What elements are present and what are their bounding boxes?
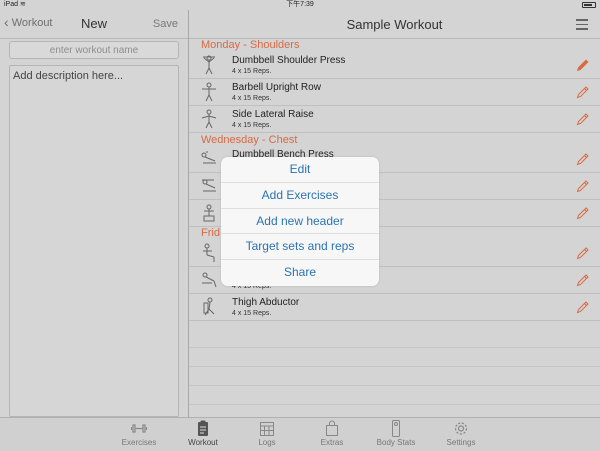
battery-icon [582,2,596,8]
tab-bar: Exercises Workout Logs Extras Body Stats… [0,417,600,451]
exercise-figure-icon [201,109,217,129]
pencil-icon[interactable] [576,246,590,260]
clipboard-icon [198,420,208,436]
right-nav-bar: Sample Workout [189,10,600,39]
pencil-icon[interactable] [576,58,590,72]
workout-editor-pane: ‹ Workout New Save [0,10,188,417]
tab-extras[interactable]: Extras [304,420,360,450]
bag-icon [326,420,338,436]
section-header: Wednesday - Chest [201,134,298,146]
pencil-icon[interactable] [576,112,590,126]
section-header: Frid [201,227,220,239]
calendar-icon [260,422,274,436]
tab-label: Workout [188,438,218,447]
menu-item-target-sets-reps[interactable]: Target sets and reps [221,234,379,261]
workout-title: Sample Workout [346,17,443,32]
exercise-name: Barbell Upright Row [232,82,321,93]
exercise-figure-icon [203,297,215,316]
pencil-icon[interactable] [576,152,590,166]
exercise-name: Side Lateral Raise [232,109,314,120]
table-separator [189,404,600,405]
table-separator [189,347,600,348]
pencil-icon[interactable] [576,273,590,287]
table-separator [189,366,600,367]
workout-name-input[interactable] [9,41,179,59]
menu-item-add-new-header[interactable]: Add new header [221,209,379,235]
tab-label: Extras [320,438,344,447]
menu-item-edit[interactable]: Edit [221,157,379,183]
menu-item-share[interactable]: Share [221,260,379,286]
tab-workout[interactable]: Workout [175,420,231,450]
exercise-name: Dumbbell Shoulder Press [232,55,346,66]
menu-item-add-exercises[interactable]: Add Exercises [221,183,379,209]
exercise-reps: 4 x 15 Reps. [232,310,272,317]
tab-body-stats[interactable]: Body Stats [368,420,424,450]
exercise-row[interactable]: Side Lateral Raise 4 x 15 Reps. [189,106,600,133]
exercise-row[interactable]: Dumbbell Shoulder Press 4 x 15 Reps. [189,52,600,79]
tab-label: Body Stats [376,438,416,447]
dumbbell-icon [131,424,147,433]
table-separator [189,385,600,386]
tab-label: Settings [446,438,476,447]
exercise-figure-icon [203,55,215,75]
exercise-figure-icon [201,151,216,164]
pencil-icon[interactable] [576,206,590,220]
hamburger-menu-icon[interactable] [576,19,588,30]
description-field[interactable] [9,65,179,417]
section-header: Monday - Shoulders [201,39,300,51]
exercise-reps: 4 x 15 Reps. [232,68,272,75]
pencil-icon[interactable] [576,179,590,193]
save-button[interactable]: Save [153,18,178,30]
gear-icon [454,422,468,435]
scale-icon [392,420,400,437]
exercise-figure-icon [202,179,216,192]
tab-label: Logs [258,438,276,447]
status-time: 下午7:39 [286,1,314,8]
tab-settings[interactable]: Settings [433,420,489,450]
left-nav-bar: ‹ Workout New Save [0,10,188,39]
exercise-reps: 4 x 15 Reps. [232,122,272,129]
action-menu-popup: Edit Add Exercises Add new header Target… [221,157,379,286]
tab-exercises[interactable]: Exercises [111,420,167,450]
exercise-figure-icon [203,204,215,222]
exercise-name: Thigh Abductor [232,297,300,308]
exercise-figure-icon [202,272,217,288]
pencil-icon[interactable] [576,85,590,99]
exercise-row[interactable]: Thigh Abductor 4 x 15 Reps. [189,294,600,321]
exercise-figure-icon [203,243,215,262]
status-bar: iPad ≋ 下午7:39 [0,0,600,10]
pencil-icon[interactable] [576,300,590,314]
exercise-row[interactable]: Barbell Upright Row 4 x 15 Reps. [189,79,600,106]
exercise-figure-icon [202,82,216,102]
tab-label: Exercises [121,438,157,447]
tab-logs[interactable]: Logs [239,420,295,450]
exercise-reps: 4 x 15 Reps. [232,95,272,102]
